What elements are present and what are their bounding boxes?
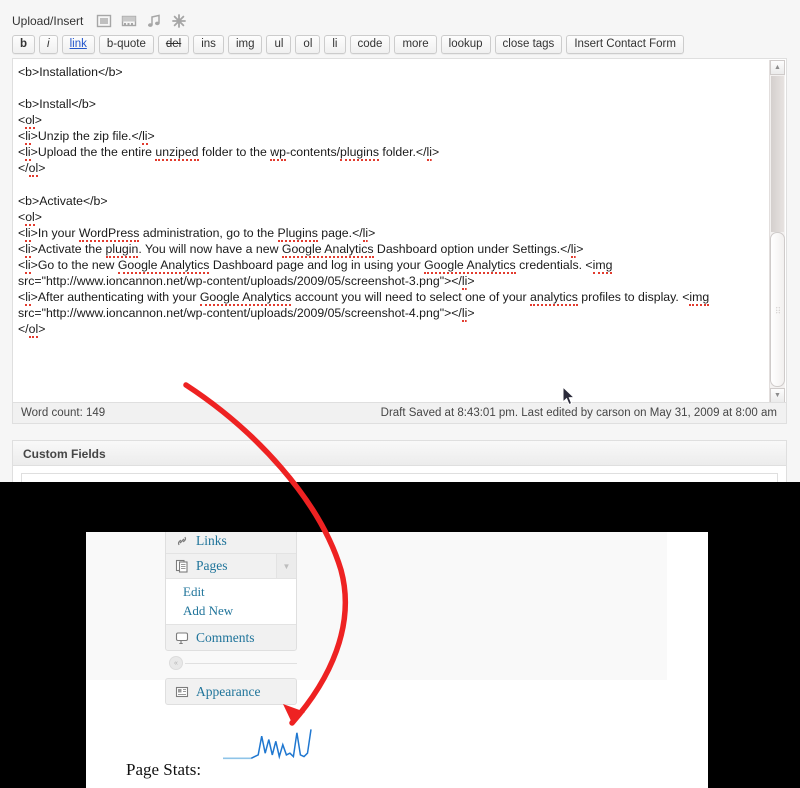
content-line: <b>Activate</b> — [18, 193, 108, 208]
qt-button-close-tags[interactable]: close tags — [494, 34, 563, 54]
admin-menu-group-content: Links Pages ▼ Edit Add New Comments — [165, 532, 297, 651]
editor-scrollbar[interactable]: ▲ ▼ — [769, 60, 785, 402]
insert-video-icon[interactable] — [121, 13, 137, 29]
content-line: <li>In your WordPress administration, go… — [18, 225, 376, 242]
sidebar-item-pages[interactable]: Pages ▼ — [166, 554, 296, 579]
pages-submenu: Edit Add New — [166, 579, 296, 625]
link-icon — [174, 534, 189, 549]
collapse-menu-handle-icon[interactable]: « — [169, 656, 183, 670]
content-line-blank — [18, 177, 758, 193]
qt-button-del[interactable]: del — [157, 34, 190, 54]
qt-button-ins[interactable]: ins — [193, 34, 224, 54]
qt-button-italic[interactable]: i — [39, 34, 58, 54]
qt-button-img[interactable]: img — [227, 34, 263, 54]
content-line: <li>Unzip the zip file.</li> — [18, 129, 155, 146]
insert-media-icon[interactable] — [171, 13, 187, 29]
scrollbar-track[interactable] — [771, 76, 784, 232]
content-line: <li>Upload the the entire unziped folder… — [18, 145, 440, 162]
sidebar-item-label: Comments — [196, 629, 255, 645]
sidebar-item-pages-add-new[interactable]: Add New — [166, 601, 296, 620]
content-line: <li>Go to the new Google Analytics Dashb… — [18, 257, 613, 291]
page-stats-caption: Page Stats: — [126, 760, 202, 779]
collapse-menu-row: « — [165, 656, 297, 672]
qt-button-more[interactable]: more — [394, 34, 437, 54]
pages-icon — [174, 559, 189, 574]
content-line: </ol> — [18, 322, 46, 339]
media-buttons-row: Upload/Insert — [12, 10, 187, 32]
admin-menu-preview-panel: Links Pages ▼ Edit Add New Comments « Ap… — [86, 532, 708, 788]
custom-fields-title: Custom Fields — [13, 441, 786, 466]
qt-button-code[interactable]: code — [349, 34, 391, 54]
pageviews-sparkline-chart — [221, 724, 313, 762]
qt-button-insert-contact-form[interactable]: Insert Contact Form — [566, 34, 684, 54]
qt-button-lookup[interactable]: lookup — [440, 34, 491, 54]
scrollbar-up-arrow-icon[interactable]: ▲ — [770, 60, 785, 75]
content-line: </ol> — [18, 161, 46, 178]
wp-admin-menu: Links Pages ▼ Edit Add New Comments « Ap… — [165, 532, 297, 705]
post-editor-region: Upload/Insert b i link b-quote del ins i… — [0, 0, 800, 482]
sidebar-item-label: Pages — [196, 558, 228, 573]
qt-button-link[interactable]: link — [61, 34, 95, 54]
sidebar-item-label: Links — [196, 533, 227, 548]
scrollbar-grip-icon — [775, 306, 780, 313]
admin-menu-group-design: Appearance — [165, 678, 297, 705]
custom-fields-table: Name Value — [21, 473, 778, 482]
content-line: <ol> — [18, 209, 42, 226]
appearance-icon — [174, 684, 189, 699]
sidebar-item-appearance[interactable]: Appearance — [166, 679, 296, 704]
qt-button-bold[interactable]: b — [12, 34, 36, 54]
content-line: <b>Installation</b> — [18, 65, 123, 79]
quicktags-toolbar: b i link b-quote del ins img ul ol li co… — [12, 33, 775, 55]
sparkline-svg — [223, 729, 312, 760]
post-content-textarea[interactable]: <b>Installation</b> <b>Install</b> <ol> … — [12, 58, 787, 403]
custom-fields-panel: Custom Fields Name Value — [12, 440, 787, 482]
qt-button-ol[interactable]: ol — [295, 34, 321, 54]
content-line: <li>Activate the plugin. You will now ha… — [18, 241, 584, 258]
comments-icon — [174, 630, 189, 645]
sidebar-item-links[interactable]: Links — [166, 532, 296, 554]
qt-button-ul[interactable]: ul — [266, 34, 292, 54]
content-line: <b>Install</b> — [18, 97, 96, 112]
mouse-cursor — [562, 386, 576, 406]
insert-audio-icon[interactable] — [146, 13, 162, 29]
chevron-down-icon[interactable]: ▼ — [276, 554, 296, 578]
sidebar-item-pages-edit[interactable]: Edit — [166, 582, 296, 601]
insert-image-icon[interactable] — [96, 13, 112, 29]
sidebar-item-comments[interactable]: Comments — [166, 625, 296, 650]
content-line-blank — [18, 80, 758, 96]
content-line: <li>After authenticating with your Googl… — [18, 290, 710, 323]
draft-saved-label: Draft Saved at 8:43:01 pm. Last edited b… — [380, 407, 777, 419]
post-content-text: <b>Installation</b> <b>Install</b> <ol> … — [18, 64, 758, 339]
qt-button-b-quote[interactable]: b-quote — [98, 34, 154, 54]
collapse-menu-rule — [185, 663, 297, 664]
sidebar-item-label: Appearance — [196, 683, 261, 699]
word-count-label: Word count: 149 — [21, 407, 106, 419]
editor-status-bar: Word count: 149 Draft Saved at 8:43:01 p… — [12, 403, 787, 424]
scrollbar-thumb[interactable] — [770, 232, 785, 387]
scrollbar-down-arrow-icon[interactable]: ▼ — [770, 388, 785, 402]
content-line: <ol> — [18, 113, 42, 130]
qt-button-li[interactable]: li — [324, 34, 346, 54]
upload-insert-label: Upload/Insert — [12, 14, 84, 28]
